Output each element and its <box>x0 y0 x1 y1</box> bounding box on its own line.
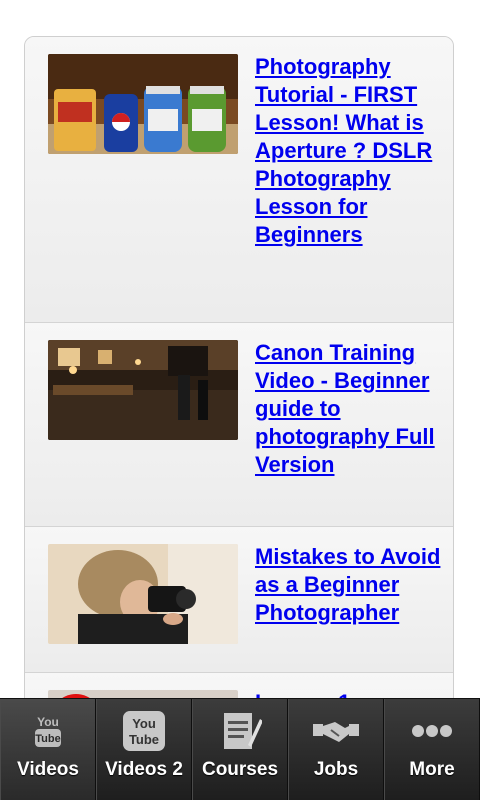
bottles-image <box>48 54 238 154</box>
video-title-link[interactable]: Mistakes to Avoid as a Beginner Photogra… <box>255 543 445 627</box>
bottom-tab-bar: You Tube Videos You Tube Videos 2 Course… <box>0 698 480 800</box>
handshake-icon <box>313 711 359 751</box>
svg-text:You: You <box>37 715 59 729</box>
tab-videos-2[interactable]: You Tube Videos 2 <box>96 699 192 800</box>
notepad-icon <box>217 711 263 751</box>
svg-text:You: You <box>132 716 156 731</box>
tab-jobs[interactable]: Jobs <box>288 699 384 800</box>
tab-videos[interactable]: You Tube Videos <box>0 699 96 800</box>
tab-label: More <box>409 759 455 780</box>
tab-label: Videos 2 <box>105 759 183 780</box>
more-dots-icon <box>409 711 455 751</box>
bar-interior-image <box>48 340 238 440</box>
photographer-image <box>48 544 238 644</box>
video-title-link[interactable]: Photography Tutorial - FIRST Lesson! Wha… <box>255 53 445 249</box>
video-title-link[interactable]: Canon Training Video - Beginner guide to… <box>255 339 445 479</box>
tab-label: Videos <box>17 759 79 780</box>
tab-more[interactable]: More <box>384 699 480 800</box>
svg-text:Tube: Tube <box>129 732 159 747</box>
list-item[interactable]: Mistakes to Avoid as a Beginner Photogra… <box>25 527 453 673</box>
svg-text:Tube: Tube <box>35 733 60 745</box>
video-list: Photography Tutorial - FIRST Lesson! Wha… <box>24 36 454 736</box>
tab-courses[interactable]: Courses <box>192 699 288 800</box>
list-item[interactable]: Photography Tutorial - FIRST Lesson! Wha… <box>25 37 453 323</box>
youtube-icon: You Tube <box>121 711 167 751</box>
video-thumbnail[interactable] <box>48 340 238 440</box>
video-thumbnail[interactable] <box>48 544 238 644</box>
video-thumbnail[interactable] <box>48 54 238 154</box>
list-item[interactable]: Canon Training Video - Beginner guide to… <box>25 323 453 527</box>
tab-label: Courses <box>201 759 279 780</box>
youtube-icon: You Tube <box>25 711 71 751</box>
tab-label: Jobs <box>313 759 359 780</box>
